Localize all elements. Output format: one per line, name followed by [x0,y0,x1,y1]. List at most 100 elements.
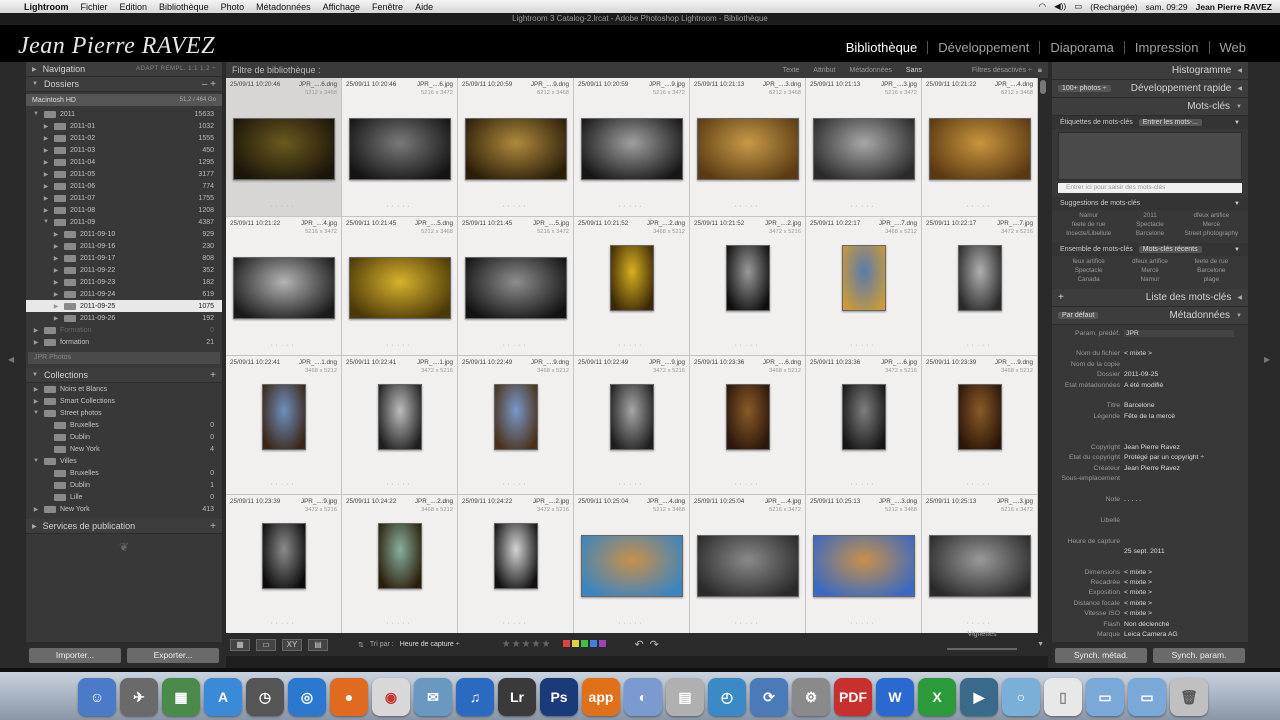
keyword-suggestion[interactable]: Spectacle [1119,221,1180,228]
color-label-swatch[interactable] [572,640,580,647]
photo-thumbnail[interactable] [349,118,451,180]
collection-item[interactable]: New York 4 [26,443,222,455]
photo-thumbnail[interactable] [842,245,886,311]
rating-dots[interactable]: ····· [458,481,573,488]
launchpad-icon[interactable]: ✈ [120,678,158,716]
collapse-triangle-icon[interactable]: ◀ [1237,294,1242,301]
menu-affichage[interactable]: Affichage [317,2,366,12]
color-label-swatch[interactable] [590,640,598,647]
collection-item[interactable]: ▼ Street photos [26,407,222,419]
color-label-swatch[interactable] [563,640,571,647]
metadata-view-dropdown[interactable]: Par défaut [1058,312,1099,319]
thumbnail-cell[interactable]: 25/09/11 10:23:39 JPR_....9.jpg 3472 x 521… [226,495,342,633]
time-machine-icon[interactable]: ◴ [708,678,746,716]
rating-dots[interactable]: ····· [922,203,1037,210]
photo-thumbnail[interactable] [262,384,306,450]
collapse-triangle-icon[interactable]: ▶ [42,207,50,214]
menu-bibliotheque[interactable]: Bibliothèque [153,2,215,12]
metadata-value[interactable]: < mixte > [1124,579,1248,586]
quick-develop-header[interactable]: 100+ photos ÷ Développement rapide ◀ [1052,80,1248,98]
folder-item[interactable]: ▶ 2011-09-25 1075 [26,300,222,312]
folder-item[interactable]: ▶ 2011-09-10 929 [26,228,222,240]
collapse-triangle-icon[interactable]: ▶ [32,327,40,334]
compare-view-icon[interactable]: XY [282,638,302,651]
rating-dots[interactable]: ····· [690,203,805,210]
menu-app[interactable]: Lightroom [18,2,75,12]
metadata-value[interactable]: 25 sept. 2011 [1124,548,1248,555]
thumbnail-cell[interactable]: 25/09/11 10:22:41 JPR_....1.dng 3468 x 521… [226,356,342,495]
rating-dots[interactable]: ····· [690,481,805,488]
expand-triangle-icon[interactable]: ▼ [1236,104,1242,110]
thumbnail-cell[interactable]: 25/09/11 10:24:22 JPR_....2.jpg 3472 x 521… [458,495,574,633]
rating-dots[interactable]: ····· [690,342,805,349]
photoshop-icon[interactable]: Ps [540,678,578,716]
keyword-set-item[interactable]: Barcelone [1181,267,1242,274]
rating-dots[interactable]: ····· [922,481,1037,488]
metadata-value[interactable]: Protégé par un copyright ÷ [1124,454,1248,461]
metadata-value[interactable]: JPR [1124,329,1234,337]
rating-stars[interactable]: ★★★★★ [502,639,552,650]
photo-thumbnail[interactable] [726,245,770,311]
collections-panel-header[interactable]: ▼ Collections + [26,368,222,383]
color-label-swatch[interactable] [599,640,607,647]
photo-thumbnail[interactable] [813,535,915,597]
collapse-triangle-icon[interactable]: ◀ [1237,67,1242,74]
add-keyword-icon[interactable]: + [1058,292,1064,303]
filter-text[interactable]: Texte [783,67,800,74]
collapse-triangle-icon[interactable]: ▶ [32,66,37,73]
collapse-triangle-icon[interactable]: ▶ [32,523,37,530]
expand-triangle-icon[interactable]: ▼ [32,81,38,87]
thumbnail-cell[interactable]: 25/09/11 10:21:22 JPR_....4.dng 5212 x 346… [922,78,1038,217]
folder-item[interactable]: ▼ 2011-09 4387 [26,216,222,228]
folder-item[interactable]: ▶ formation 21 [26,336,222,348]
keyword-suggestion[interactable]: Street photography [1181,230,1242,237]
photo-thumbnail[interactable] [842,384,886,450]
keywording-header[interactable]: Mots-clés ▼ [1052,98,1248,116]
photo-thumbnail[interactable] [610,384,654,450]
thumbnail-cell[interactable]: 25/09/11 10:21:52 JPR_....2.dng 3468 x 521… [574,217,690,356]
thumbnail-cell[interactable]: 25/09/11 10:22:41 JPR_....1.jpg 3472 x 521… [342,356,458,495]
folder-item[interactable]: ▶ 2011-06 774 [26,180,222,192]
keyword-suggestion[interactable]: dfeux artifice [1181,212,1242,219]
keyword-suggestion[interactable]: 2011 [1119,212,1180,219]
import-button[interactable]: Importer... [29,647,121,663]
keyword-list-header[interactable]: + Liste des mots-clés ◀ [1052,289,1248,307]
collection-item[interactable]: ▶ New York 413 [26,503,222,515]
rating-dots[interactable]: ····· [226,620,341,627]
metadata-value[interactable]: Barcelone [1124,402,1248,409]
photo-thumbnail[interactable] [958,384,1002,450]
loupe-view-icon[interactable]: ▭ [256,638,276,651]
trash-icon[interactable]: 🗑︎ [1170,678,1208,716]
thumbnail-cell[interactable]: 25/09/11 10:22:49 JPR_....9.dng 3468 x 521… [458,356,574,495]
thumbnail-cell[interactable]: 25/09/11 10:21:45 JPR_....5.dng 5212 x 346… [342,217,458,356]
folder-item[interactable]: ▶ 2011-05 3177 [26,168,222,180]
keyword-suggestion[interactable]: feete de rue [1058,221,1119,228]
word-icon[interactable]: W [876,678,914,716]
metadata-value[interactable]: A été modifié [1124,382,1248,389]
expand-triangle-icon[interactable]: ▼ [1234,201,1240,207]
folder-item[interactable]: ▶ 2011-01 1032 [26,120,222,132]
thumbnail-cell[interactable]: 25/09/11 10:25:04 JPR_....4.jpg 5216 x 347… [690,495,806,633]
photo-thumbnail[interactable] [349,257,451,319]
filter-metadata[interactable]: Métadonnées [849,67,891,74]
sync-settings-button[interactable]: Synch. param. [1153,647,1245,663]
collapse-triangle-icon[interactable]: ▶ [42,171,50,178]
metadata-value[interactable]: < mixte > [1124,610,1248,617]
sort-dropdown[interactable]: Heure de capture ÷ [400,641,460,648]
rating-dots[interactable]: ····· [342,481,457,488]
thumbnail-cell[interactable]: 25/09/11 10:22:49 JPR_....9.jpg 3472 x 521… [574,356,690,495]
photo-thumbnail[interactable] [465,257,567,319]
rating-dots[interactable]: ····· [226,342,341,349]
collapse-triangle-icon[interactable]: ▶ [52,255,60,262]
module-web[interactable]: Web [1208,41,1257,54]
collapse-triangle-icon[interactable]: ▶ [32,339,40,346]
photo-thumbnail[interactable] [494,384,538,450]
toolbar-menu-icon[interactable]: ▼ [1037,641,1044,648]
thumbnail-cell[interactable]: 25/09/11 10:21:13 JPR_....3.jpg 5216 x 347… [806,78,922,217]
clock[interactable]: sam. 09:29 [1146,2,1188,12]
metadata-value[interactable]: < mixte > [1124,589,1248,596]
histogram-header[interactable]: Histogramme ◀ [1052,62,1248,80]
keyword-tags-area[interactable] [1058,132,1242,180]
collapse-triangle-icon[interactable]: ▶ [52,267,60,274]
app-store-icon[interactable]: A [204,678,242,716]
